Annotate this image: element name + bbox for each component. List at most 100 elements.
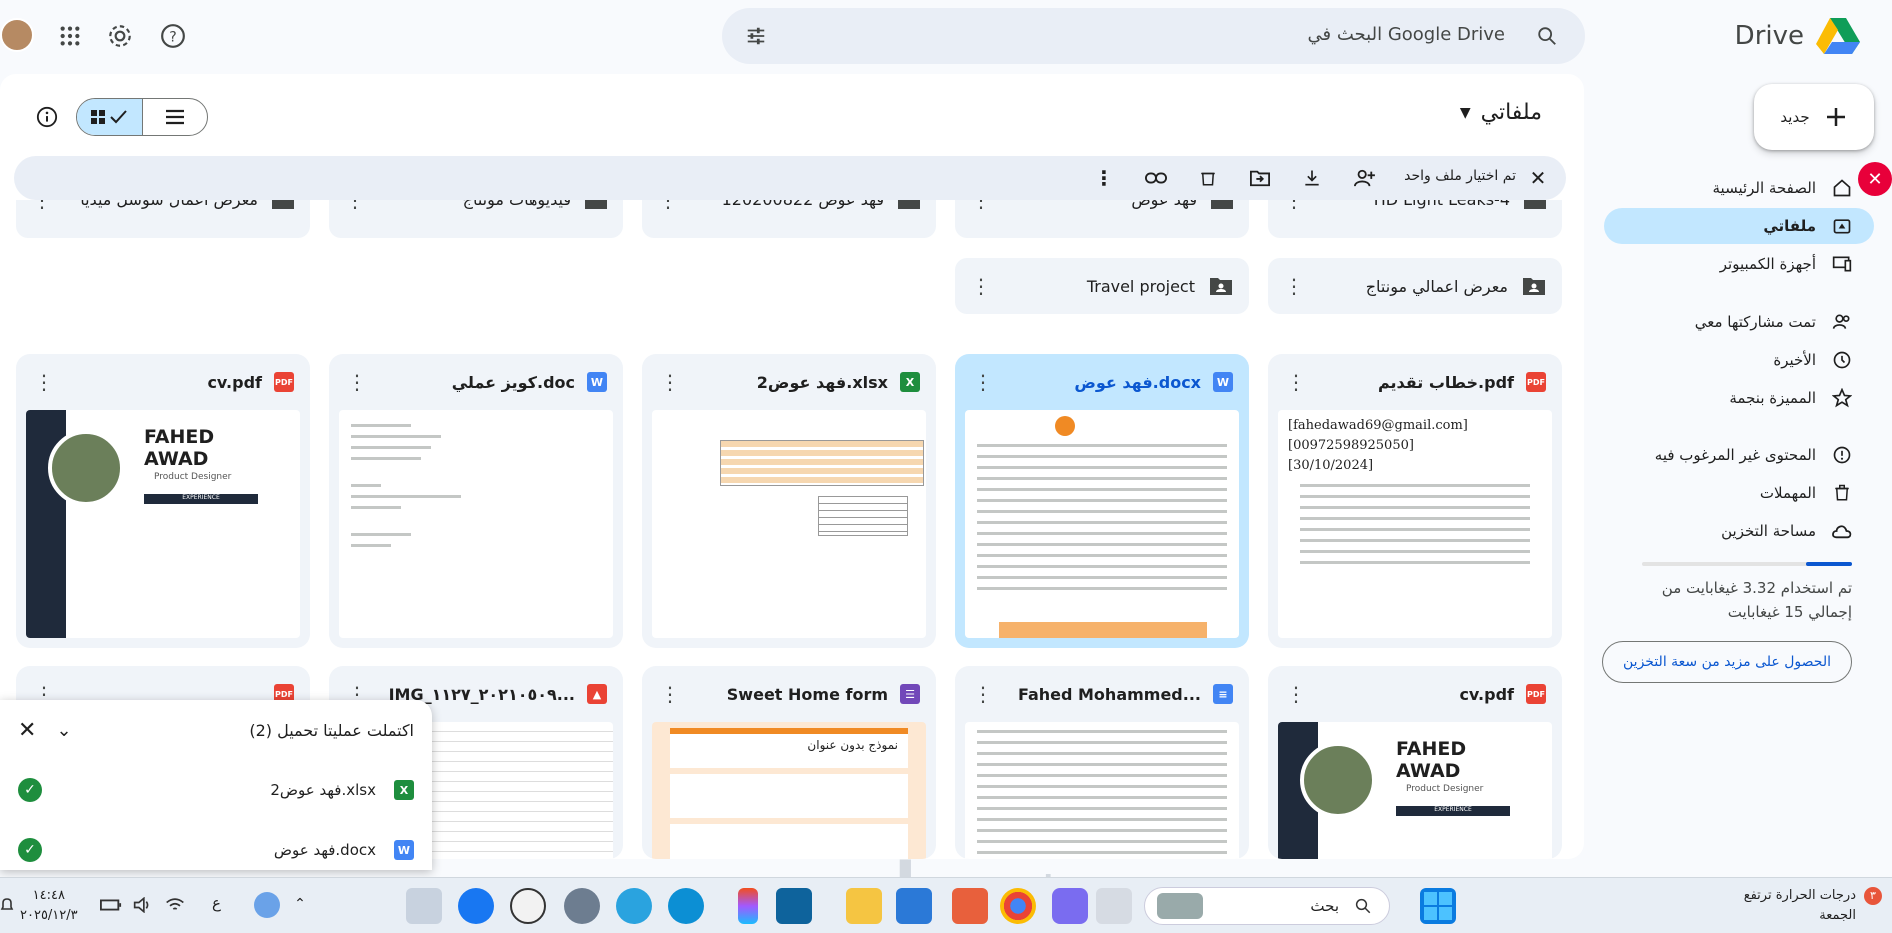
folder-name: فيديوهات مونتاج bbox=[463, 200, 571, 209]
folder-item-partial[interactable]: ⋮ فهد عوض 120200822 bbox=[642, 200, 936, 238]
close-upload-panel-icon[interactable]: ✕ bbox=[18, 718, 36, 743]
search-bar[interactable]: البحث في Google Drive bbox=[722, 8, 1585, 64]
more-options-kebab-icon[interactable]: ⋮ bbox=[660, 682, 680, 706]
onedrive-sync-icon[interactable] bbox=[254, 892, 280, 918]
more-options-kebab-icon[interactable]: ⋮ bbox=[658, 200, 678, 212]
settings-gear-icon[interactable] bbox=[100, 16, 140, 56]
drive-brand[interactable]: Drive bbox=[1735, 10, 1860, 62]
sidebar-item-spam[interactable]: المحتوى غير المرغوب فيه bbox=[1604, 437, 1874, 473]
input-language[interactable]: ع bbox=[212, 894, 221, 912]
file-card[interactable]: ⋮ كويز عملي.doc W bbox=[329, 354, 623, 648]
chrome-icon[interactable] bbox=[1000, 888, 1036, 924]
folder-item[interactable]: ⋮ Travel project bbox=[955, 258, 1249, 314]
sidebar-item-my-drive[interactable]: ملفاتي bbox=[1604, 208, 1874, 244]
thumb-text: [fahedawad69@gmail.com] bbox=[1288, 418, 1468, 433]
apps-grid-icon[interactable] bbox=[50, 16, 90, 56]
notification-bell-icon[interactable] bbox=[0, 894, 14, 916]
folder-item-partial[interactable]: ⋮ فهد عوض bbox=[955, 200, 1249, 238]
file-card[interactable]: ⋮ cv.pdf PDF FAHED AWAD Product Designer … bbox=[1268, 666, 1562, 859]
sidebar-item-home[interactable]: الصفحة الرئيسية bbox=[1604, 170, 1874, 206]
search-options-icon[interactable] bbox=[742, 22, 770, 50]
figma-icon[interactable] bbox=[738, 888, 758, 924]
folder-name: HD Light Leaks-4 bbox=[1374, 200, 1510, 209]
collapse-chevron-down-icon[interactable]: ⌄ bbox=[56, 720, 71, 741]
search-icon[interactable] bbox=[1533, 22, 1561, 50]
upload-item[interactable]: ✓ فهد عوض2.xlsx X bbox=[0, 760, 432, 820]
sidebar-item-computers[interactable]: أجهزة الكمبيوتر bbox=[1604, 246, 1874, 282]
folder-item[interactable]: ⋮ معرض اعمالي مونتاج bbox=[1268, 258, 1562, 314]
more-options-kebab-icon[interactable]: ⋮ bbox=[1286, 370, 1306, 394]
file-thumbnail: نموذج بدون عنوان bbox=[652, 722, 926, 859]
info-icon[interactable] bbox=[34, 104, 60, 130]
teams-icon[interactable] bbox=[1052, 888, 1088, 924]
more-options-kebab-icon[interactable]: ⋮ bbox=[971, 200, 991, 212]
more-options-kebab-icon[interactable]: ⋮ bbox=[34, 370, 54, 394]
windows-start-icon[interactable] bbox=[1420, 888, 1456, 924]
sidebar-item-storage[interactable]: مساحة التخزين bbox=[1604, 513, 1874, 549]
file-explorer-icon[interactable] bbox=[846, 888, 882, 924]
more-options-kebab-icon[interactable]: ⋮ bbox=[345, 200, 365, 212]
move-to-folder-icon[interactable] bbox=[1246, 164, 1274, 192]
more-options-kebab-icon[interactable]: ⋮ bbox=[973, 370, 993, 394]
wifi-icon[interactable] bbox=[164, 894, 186, 916]
snipping-tool-icon[interactable] bbox=[406, 888, 442, 924]
computer-icon bbox=[1830, 252, 1854, 276]
settings-app-icon[interactable] bbox=[564, 888, 600, 924]
delete-trash-icon[interactable] bbox=[1194, 164, 1222, 192]
file-card[interactable]: ⋮ Fahed Mohammed... ≡ bbox=[955, 666, 1249, 859]
battery-icon[interactable] bbox=[100, 894, 122, 916]
account-avatar[interactable] bbox=[0, 18, 34, 52]
download-icon[interactable] bbox=[1298, 164, 1326, 192]
file-card[interactable]: ⋮ فهد عوض2.xlsx X bbox=[642, 354, 936, 648]
speaker-icon[interactable] bbox=[132, 894, 154, 916]
copy-link-icon[interactable] bbox=[1142, 164, 1170, 192]
my-drive-icon bbox=[1830, 214, 1854, 238]
file-card[interactable]: ⋮ خطاب تقديم.pdf PDF [fahedawad69@gmail.c… bbox=[1268, 354, 1562, 648]
more-options-kebab-icon[interactable]: ⋮ bbox=[1284, 274, 1304, 298]
file-card[interactable]: ⋮ cv.pdf PDF FAHED AWAD Product Designer … bbox=[16, 354, 310, 648]
more-options-kebab-icon[interactable]: ⋮ bbox=[1284, 200, 1304, 212]
file-card-selected[interactable]: ⋮ فهد عوض.docx W bbox=[955, 354, 1249, 648]
more-options-kebab-icon[interactable]: ⋮ bbox=[32, 200, 52, 212]
weather-widget[interactable]: درجات الحرارة ترتفع ٣ الجمعة bbox=[1744, 886, 1882, 926]
clock[interactable]: ١٤:٤٨ ٢٠٢٥/١٢/٣ bbox=[20, 886, 78, 926]
orange-app-icon[interactable] bbox=[952, 888, 988, 924]
sidebar-item-shared[interactable]: تمت مشاركتها معي bbox=[1604, 304, 1874, 340]
page-title[interactable]: ▼ ملفاتي bbox=[1460, 100, 1542, 125]
more-options-kebab-icon[interactable]: ⋮ bbox=[1286, 682, 1306, 706]
search-input[interactable]: البحث في Google Drive bbox=[1308, 24, 1505, 45]
sidebar-item-trash[interactable]: المهملات bbox=[1604, 475, 1874, 511]
mail-icon[interactable] bbox=[896, 888, 932, 924]
facebook-icon[interactable] bbox=[458, 888, 494, 924]
more-options-kebab-icon[interactable]: ⋮ bbox=[347, 370, 367, 394]
folder-item-partial[interactable]: ⋮ فيديوهات مونتاج bbox=[329, 200, 623, 238]
more-options-kebab-icon[interactable]: ⋮ bbox=[971, 274, 991, 298]
vscode-icon[interactable] bbox=[776, 888, 812, 924]
more-actions-kebab-icon[interactable]: ⋮ bbox=[1090, 164, 1118, 192]
file-card[interactable]: ⋮ Sweet Home form ☰ نموذج بدون عنوان bbox=[642, 666, 936, 859]
sidebar-item-recent[interactable]: الأخيرة bbox=[1604, 342, 1874, 378]
list-view-button[interactable] bbox=[143, 99, 208, 135]
task-view-icon[interactable] bbox=[1096, 888, 1132, 924]
upload-item[interactable]: ✓ فهد عوض.docx W bbox=[0, 820, 432, 880]
more-options-kebab-icon[interactable]: ⋮ bbox=[973, 682, 993, 706]
edge-icon[interactable] bbox=[668, 888, 704, 924]
new-button[interactable]: جديد bbox=[1754, 84, 1874, 150]
spam-icon bbox=[1830, 443, 1854, 467]
help-icon[interactable]: ? bbox=[153, 16, 193, 56]
thumb-text: [00972598925050] bbox=[1288, 438, 1414, 453]
clear-selection-close-icon[interactable]: ✕ bbox=[1526, 166, 1550, 190]
chevron-up-icon[interactable]: ⌃ bbox=[290, 894, 310, 914]
word-file-icon: W bbox=[394, 840, 414, 860]
get-more-storage-button[interactable]: الحصول على مزيد من سعة التخزين bbox=[1602, 641, 1852, 683]
folder-item-partial[interactable]: ⋮ HD Light Leaks-4 bbox=[1268, 200, 1562, 238]
more-options-kebab-icon[interactable]: ⋮ bbox=[660, 370, 680, 394]
grid-view-button[interactable] bbox=[77, 99, 143, 135]
sidebar-item-starred[interactable]: المميزة بنجمة bbox=[1604, 380, 1874, 416]
clock-app-icon[interactable] bbox=[510, 888, 546, 924]
folder-item-partial[interactable]: ⋮ معرض اعمال شوشل ميديا bbox=[16, 200, 310, 238]
view-toggle[interactable] bbox=[76, 98, 208, 136]
taskbar-search[interactable]: بحث bbox=[1144, 887, 1390, 925]
telegram-icon[interactable] bbox=[616, 888, 652, 924]
share-add-person-icon[interactable] bbox=[1350, 164, 1378, 192]
